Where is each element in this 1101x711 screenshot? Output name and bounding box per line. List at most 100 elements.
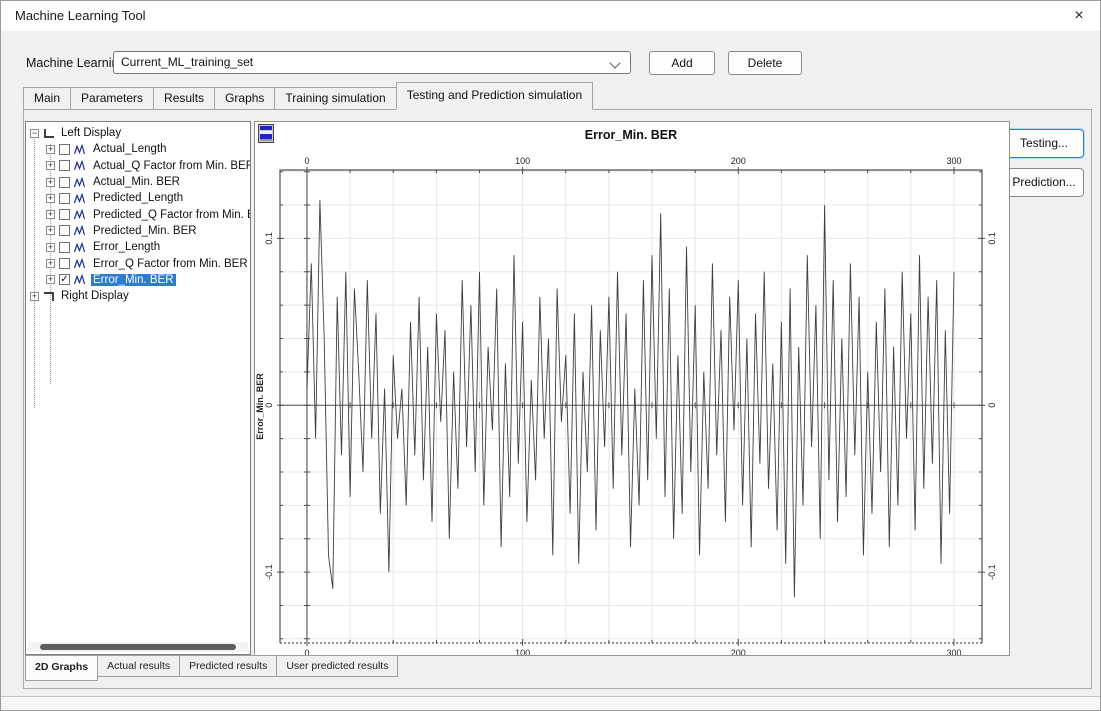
tree-item-label: Error_Length: [91, 241, 162, 253]
tree-item-label: Predicted_Min. BER: [91, 225, 199, 237]
tree-item-predicted-length[interactable]: + Predicted_Length: [26, 190, 250, 206]
tab-parameters[interactable]: Parameters: [70, 87, 154, 110]
prediction-button[interactable]: Prediction...: [1004, 168, 1084, 197]
testing-button[interactable]: Testing...: [1004, 129, 1084, 158]
waveform-icon: [74, 225, 87, 236]
expand-icon[interactable]: +: [30, 292, 39, 301]
add-button[interactable]: Add: [649, 51, 715, 75]
tree-item-error-length[interactable]: + Error_Length: [26, 239, 250, 255]
checkbox-error-min-ber[interactable]: ✓: [59, 274, 70, 285]
main-tabstrip: MainParametersResultsGraphsTraining simu…: [23, 84, 592, 110]
x-tick-label-bottom: 100: [515, 648, 530, 655]
x-tick-label-top: 100: [515, 156, 530, 166]
checkbox-actual-min-ber[interactable]: [59, 177, 70, 188]
expand-icon[interactable]: +: [46, 210, 55, 219]
chart-canvas: 0 0 100 100 200 200 300 300 0.1 0.1 0 0 -0.1 -0.1 Erro…: [255, 122, 1009, 655]
x-tick-label-top: 200: [731, 156, 746, 166]
x-tick-label-bottom: 0: [304, 648, 309, 655]
close-icon[interactable]: ×: [1068, 5, 1090, 27]
window-title: Machine Learning Tool: [15, 1, 146, 31]
display-tree-panel: − Left Display + Actual_Length + Actual_Q Fac…: [25, 121, 251, 655]
tree-item-actual-length[interactable]: + Actual_Length: [26, 141, 250, 157]
tree-item-label: Actual_Length: [91, 143, 169, 155]
checkbox-error-q-factor-from-min-ber[interactable]: [59, 258, 70, 269]
y-axis-title: Error_Min. BER: [255, 373, 265, 440]
checkbox-predicted-min-ber[interactable]: [59, 225, 70, 236]
x-tick-label-top: 300: [946, 156, 961, 166]
expand-icon[interactable]: +: [46, 243, 55, 252]
waveform-icon: [74, 160, 87, 171]
tab-main[interactable]: Main: [23, 87, 71, 110]
bottom-tab-predicted-results[interactable]: Predicted results: [179, 655, 277, 677]
chart-panel: 0 0 100 100 200 200 300 300 0.1 0.1 0 0 -0.1 -0.1 Erro…: [254, 121, 1010, 656]
waveform-icon: [74, 242, 87, 253]
tree-horizontal-scrollbar[interactable]: [28, 642, 248, 652]
tree-item-label: Actual_Min. BER: [91, 176, 182, 188]
tree-item-label: Right Display: [59, 290, 131, 302]
tree-item-label: Error_Min. BER: [91, 274, 176, 286]
x-tick-label-bottom: 200: [731, 648, 746, 655]
tab-training-simulation[interactable]: Training simulation: [274, 87, 396, 110]
expand-icon[interactable]: +: [46, 145, 55, 154]
delete-button[interactable]: Delete: [728, 51, 802, 75]
waveform-icon: [74, 209, 87, 220]
tree-item-label: Predicted_Q Factor from Min. BER: [91, 209, 250, 221]
tree-item-predicted-q-factor-from-min-ber[interactable]: + Predicted_Q Factor from Min. BER: [26, 206, 250, 222]
waveform-icon: [74, 274, 87, 285]
tab-results[interactable]: Results: [153, 87, 215, 110]
tree-item-right-display[interactable]: + Right Display: [26, 288, 250, 304]
tab-graphs[interactable]: Graphs: [214, 87, 275, 110]
expand-icon[interactable]: +: [46, 259, 55, 268]
chart-title: Error_Min. BER: [585, 128, 677, 142]
x-tick-label-top: 0: [304, 156, 309, 166]
results-tabstrip: 2D GraphsActual resultsPredicted results…: [25, 655, 397, 681]
combobox-value: Current_ML_training_set: [121, 55, 253, 69]
tree-item-label: Error_Q Factor from Min. BER: [91, 258, 250, 270]
y-tick-label-right: 0.1: [987, 232, 997, 245]
tree-rows: − Left Display + Actual_Length + Actual_Q Fac…: [26, 125, 250, 304]
right-display-icon: [43, 291, 55, 302]
tree-item-error-q-factor-from-min-ber[interactable]: + Error_Q Factor from Min. BER: [26, 255, 250, 271]
bottom-tab-actual-results[interactable]: Actual results: [97, 655, 180, 677]
tree-item-left-display[interactable]: − Left Display: [26, 125, 250, 141]
waveform-icon: [74, 144, 87, 155]
y-tick-label-right: -0.1: [987, 564, 997, 580]
waveform-icon: [74, 258, 87, 269]
tree-item-label: Left Display: [59, 127, 123, 139]
bottom-tab-user-predicted-results[interactable]: User predicted results: [276, 655, 398, 677]
expand-icon[interactable]: +: [46, 178, 55, 187]
chevron-down-icon[interactable]: [609, 57, 620, 68]
y-tick-label-left: 0: [264, 403, 274, 408]
checkbox-predicted-length[interactable]: [59, 193, 70, 204]
waveform-icon: [74, 193, 87, 204]
x-tick-label-bottom: 300: [946, 648, 961, 655]
expand-icon[interactable]: +: [46, 161, 55, 170]
collapse-icon[interactable]: −: [30, 129, 39, 138]
tree-item-actual-q-factor-from-min-ber[interactable]: + Actual_Q Factor from Min. BER: [26, 158, 250, 174]
expand-icon[interactable]: +: [46, 194, 55, 203]
checkbox-predicted-q-factor-from-min-ber[interactable]: [59, 209, 70, 220]
y-tick-label-right: 0: [987, 403, 997, 408]
window-footer: [1, 696, 1100, 710]
y-tick-label-left: -0.1: [264, 564, 274, 580]
tree-item-label: Actual_Q Factor from Min. BER: [91, 160, 250, 172]
checkbox-actual-length[interactable]: [59, 144, 70, 155]
scrollbar-thumb[interactable]: [40, 644, 236, 650]
waveform-icon: [74, 177, 87, 188]
left-display-icon: [43, 128, 55, 139]
expand-icon[interactable]: +: [46, 226, 55, 235]
tree-item-actual-min-ber[interactable]: + Actual_Min. BER: [26, 174, 250, 190]
checkbox-actual-q-factor-from-min-ber[interactable]: [59, 160, 70, 171]
checkbox-error-length[interactable]: [59, 242, 70, 253]
expand-icon[interactable]: +: [46, 275, 55, 284]
titlebar: Machine Learning Tool ×: [1, 1, 1100, 31]
tree-item-error-min-ber[interactable]: + ✓ Error_Min. BER: [26, 272, 250, 288]
data-series-line: [307, 200, 954, 597]
bottom-tab-2d-graphs[interactable]: 2D Graphs: [25, 655, 98, 681]
tree-item-label: Predicted_Length: [91, 192, 185, 204]
machine-learning-name-combobox[interactable]: Current_ML_training_set: [113, 51, 631, 74]
tab-testing-and-prediction-simulation[interactable]: Testing and Prediction simulation: [396, 82, 593, 110]
y-tick-label-left: 0.1: [264, 232, 274, 245]
tree-item-predicted-min-ber[interactable]: + Predicted_Min. BER: [26, 223, 250, 239]
machine-learning-tool-dialog: Machine Learning Tool × Machine Learning…: [0, 0, 1101, 711]
